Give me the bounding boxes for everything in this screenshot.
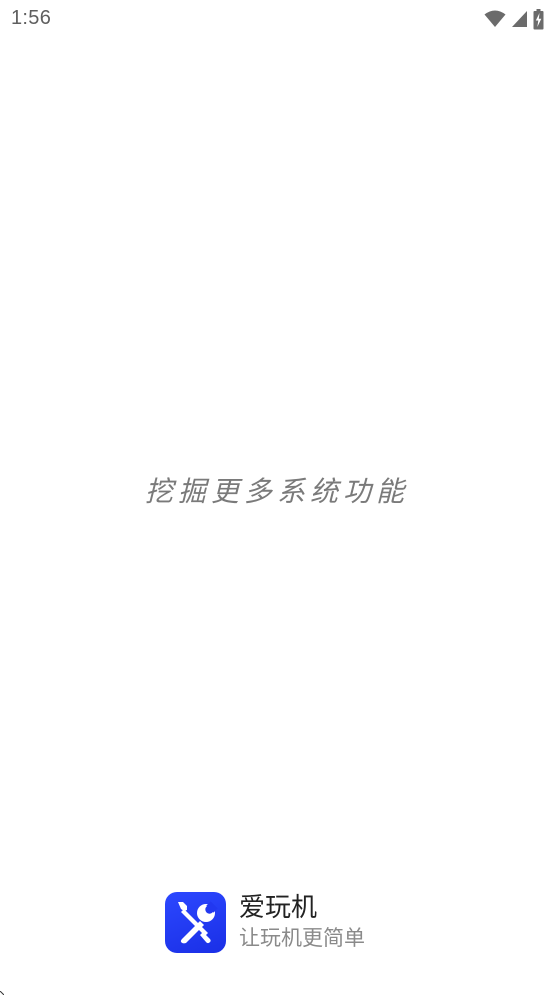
brand-text: 爱玩机 让玩机更简单 — [239, 892, 365, 952]
corner-mark — [0, 980, 5, 996]
battery-charging-icon — [533, 8, 544, 30]
status-icons — [484, 8, 544, 30]
splash-slogan: 挖掘更多系统功能 — [144, 475, 409, 508]
status-bar: 1:56 — [0, 0, 554, 40]
tools-icon — [165, 891, 226, 953]
app-name: 爱玩机 — [239, 893, 318, 923]
wifi-icon — [484, 10, 506, 28]
status-time: 1:56 — [11, 7, 52, 29]
app-tagline: 让玩机更简单 — [239, 926, 365, 950]
cell-signal-icon — [511, 10, 528, 28]
brand-lockup: 爱玩机 让玩机更简单 — [165, 891, 365, 953]
